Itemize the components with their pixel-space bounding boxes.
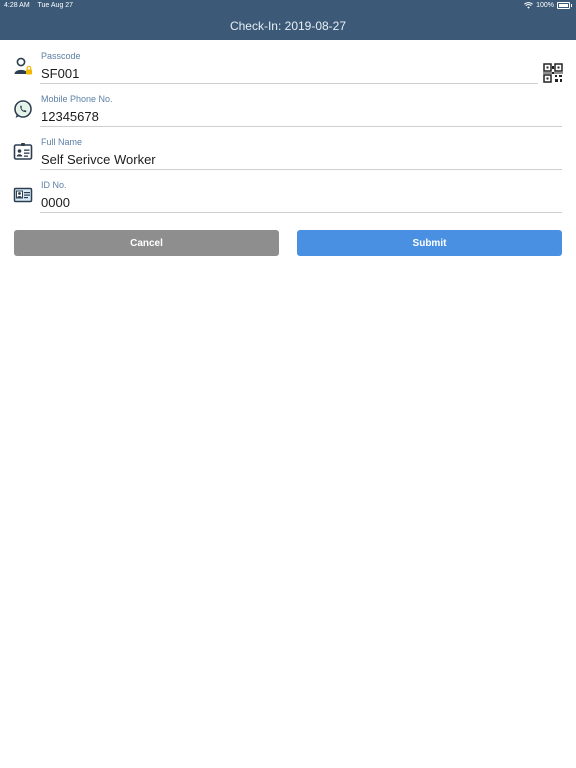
submit-button[interactable]: Submit (297, 230, 562, 256)
qr-code-icon[interactable] (542, 62, 564, 84)
mobile-underline (40, 126, 562, 127)
passcode-input[interactable] (41, 64, 521, 82)
page-title: Check-In: 2019-08-27 (229, 19, 347, 33)
battery-percent: 100% (536, 2, 554, 9)
passcode-row: Passcode (0, 48, 576, 90)
passcode-underline (40, 83, 538, 84)
status-date: Tue Aug 27 (37, 2, 74, 9)
whatsapp-icon (12, 98, 34, 120)
status-right: 100% (524, 2, 572, 9)
full-name-input[interactable] (41, 150, 521, 168)
id-no-label: ID No. (41, 180, 67, 190)
full-name-row: Full Name (0, 134, 576, 176)
id-no-input[interactable] (41, 193, 521, 211)
passcode-label: Passcode (41, 51, 81, 61)
status-left: 4:28 AM Tue Aug 27 (4, 2, 79, 9)
status-time: 4:28 AM (4, 2, 30, 9)
status-bar: 4:28 AM Tue Aug 27 100% (0, 0, 576, 11)
user-lock-icon (12, 56, 34, 78)
id-card-icon (12, 141, 34, 163)
id-photo-icon (12, 184, 34, 206)
wifi-icon (524, 2, 534, 9)
full-name-underline (40, 169, 562, 170)
mobile-input[interactable] (41, 107, 521, 125)
header-bar: 4:28 AM Tue Aug 27 100% Check-In: 2019-0… (0, 0, 576, 40)
mobile-row: Mobile Phone No. (0, 91, 576, 133)
cancel-button[interactable]: Cancel (14, 230, 279, 256)
full-name-label: Full Name (41, 137, 83, 147)
mobile-label: Mobile Phone No. (41, 94, 113, 104)
battery-icon (557, 2, 572, 9)
id-no-row: ID No. (0, 177, 576, 219)
id-no-underline (40, 212, 562, 213)
